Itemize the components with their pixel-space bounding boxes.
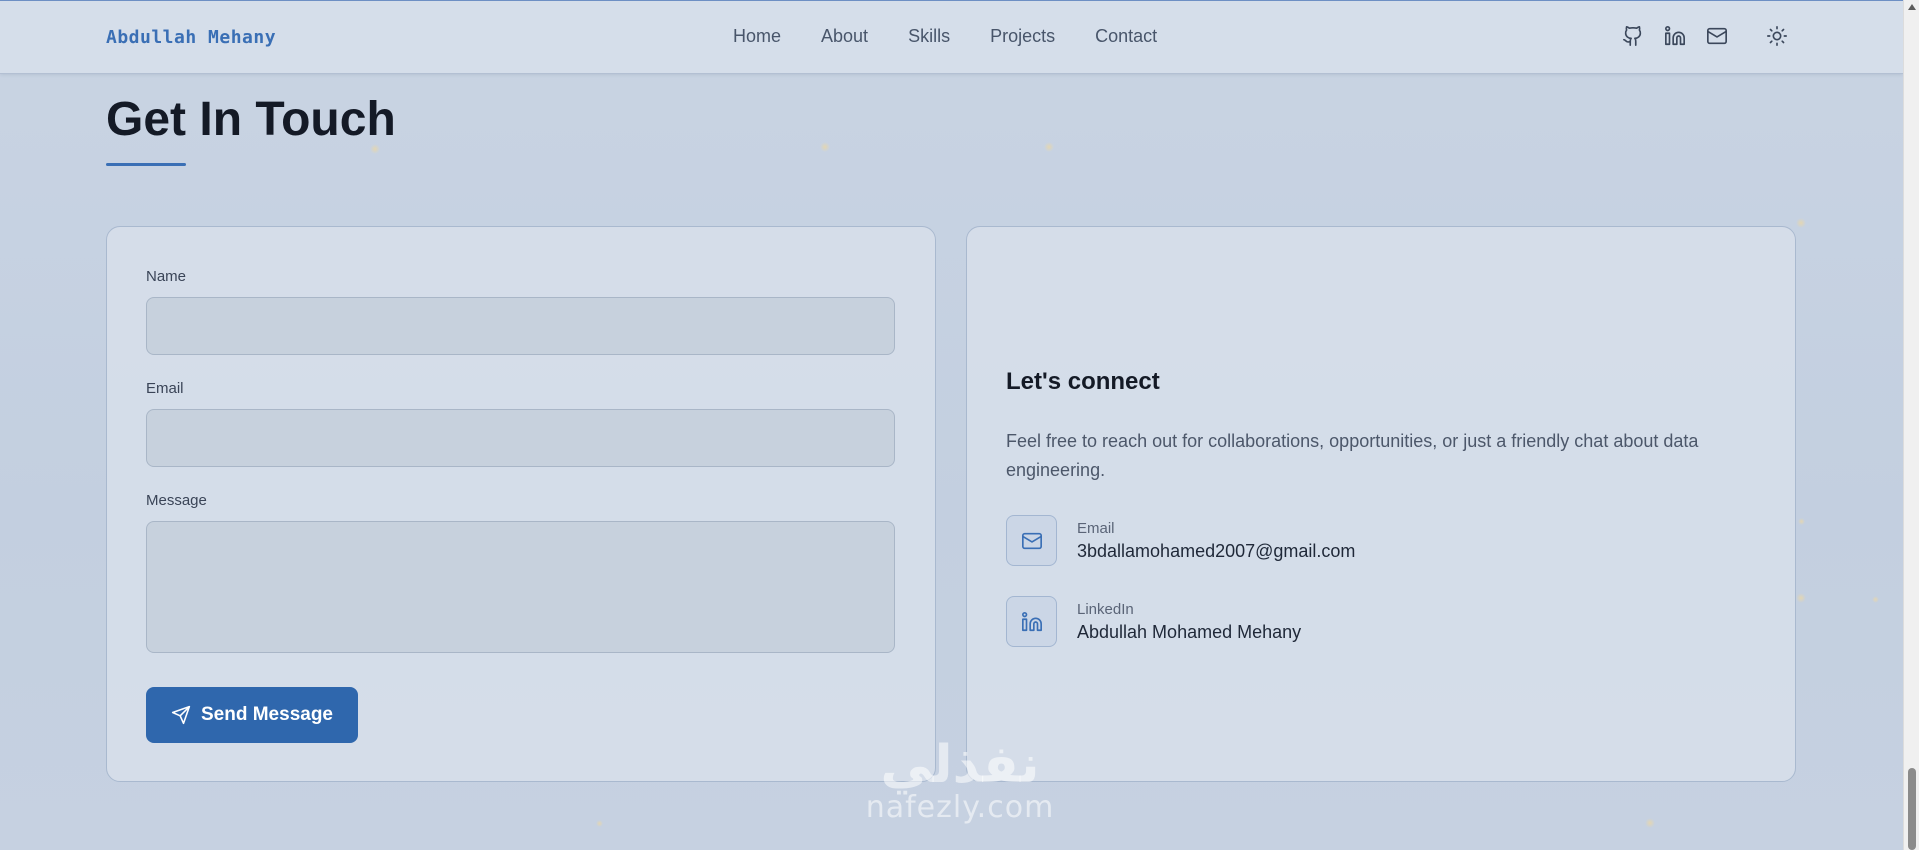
mail-icon[interactable] <box>1704 23 1730 49</box>
title-underline <box>106 163 186 166</box>
send-message-button[interactable]: Send Message <box>146 687 358 743</box>
email-input[interactable] <box>146 409 895 467</box>
send-icon <box>171 705 191 725</box>
mail-icon <box>1006 515 1057 566</box>
message-label: Message <box>146 492 207 509</box>
nav-link-skills[interactable]: Skills <box>908 26 950 47</box>
nav-icons <box>1620 23 1790 49</box>
decor-dot <box>596 820 603 827</box>
contact-email-label: Email <box>1077 519 1115 537</box>
send-message-label: Send Message <box>201 704 333 725</box>
nav-link-about[interactable]: About <box>821 26 868 47</box>
github-icon[interactable] <box>1620 23 1646 49</box>
contact-form-card: Name Email Message Send Message <box>106 226 936 782</box>
scroll-up-arrow-icon[interactable] <box>1908 4 1916 10</box>
linkedin-icon[interactable] <box>1662 23 1688 49</box>
contact-email-value[interactable]: 3bdallamohamed2007@gmail.com <box>1077 541 1355 562</box>
brand-logo[interactable]: Abdullah Mehany <box>106 27 276 48</box>
decor-dot <box>1872 596 1879 603</box>
name-input[interactable] <box>146 297 895 355</box>
page-title: Get In Touch <box>106 93 396 146</box>
top-navbar: Abdullah Mehany Home About Skills Projec… <box>0 0 1903 74</box>
nav-links: Home About Skills Projects Contact <box>733 26 1157 47</box>
contact-linkedin-label: LinkedIn <box>1077 600 1134 618</box>
page-scrollbar[interactable] <box>1903 0 1919 850</box>
decor-dot <box>1044 142 1054 152</box>
connect-title: Let's connect <box>1006 368 1160 395</box>
contact-email-row[interactable]: Email 3bdallamohamed2007@gmail.com <box>1006 515 1355 566</box>
decor-dot <box>1796 218 1806 228</box>
contact-linkedin-value[interactable]: Abdullah Mohamed Mehany <box>1077 622 1301 643</box>
decor-dot <box>820 142 830 152</box>
email-label: Email <box>146 380 184 397</box>
sun-icon[interactable] <box>1764 23 1790 49</box>
nav-link-contact[interactable]: Contact <box>1095 26 1157 47</box>
watermark-latin: nafezly.com <box>865 790 1055 825</box>
nav-link-home[interactable]: Home <box>733 26 781 47</box>
message-textarea[interactable] <box>146 521 895 653</box>
linkedin-icon <box>1006 596 1057 647</box>
connect-info-card: Let's connect Feel free to reach out for… <box>966 226 1796 782</box>
contact-linkedin-row[interactable]: LinkedIn Abdullah Mohamed Mehany <box>1006 596 1301 647</box>
name-label: Name <box>146 268 187 285</box>
decor-dot <box>1798 518 1805 525</box>
scrollbar-thumb[interactable] <box>1908 768 1916 850</box>
connect-description: Feel free to reach out for collaboration… <box>1006 431 1699 480</box>
decor-dot <box>1796 593 1806 603</box>
decor-dot <box>1645 818 1655 828</box>
nav-link-projects[interactable]: Projects <box>990 26 1055 47</box>
